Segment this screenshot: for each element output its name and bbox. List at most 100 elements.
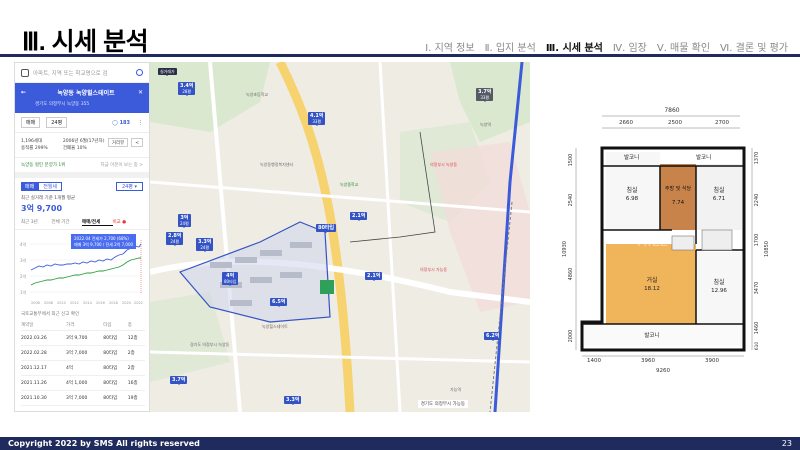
nav-item-listing[interactable]: Ⅴ. 매물 확인 — [657, 39, 710, 54]
map-marker[interactable]: 3.3억 24평 — [196, 238, 214, 252]
cell-price: 3억 9,700 — [66, 330, 104, 346]
nav-item-conclusion[interactable]: Ⅵ. 결론 및 평가 — [720, 39, 788, 54]
cell-type: 80타입 — [103, 330, 128, 346]
chat-count-value: 183 — [119, 119, 130, 126]
listing-panel: 아파트, 지역 또는 학교명으로 검 ← 녹양동 녹양힐스테이트 ✕ 경기도 의… — [14, 62, 150, 412]
cell-type: 80타입 — [103, 390, 128, 406]
room-bed-1-area: 6.98 — [626, 196, 639, 202]
dim-bottom-total: 9260 — [656, 368, 670, 374]
marker-size: 24평 — [180, 221, 189, 226]
map-marker[interactable]: 3.4억 28평 — [178, 82, 196, 96]
cell-price: 4억 1,000 — [66, 375, 104, 391]
map-marker[interactable]: 2.1억 — [365, 272, 383, 281]
nav-item-location[interactable]: Ⅱ. 입지 분석 — [485, 39, 536, 54]
dim-top-3: 2700 — [715, 120, 729, 126]
map-marker[interactable]: 4.1억 33평 — [308, 112, 326, 126]
price-chart: 4억 3억 2억 1억 2006 2008 2010 2012 2014 201… — [19, 230, 145, 308]
map-label: 녹양중학교 — [340, 182, 359, 187]
dim-right-6: 610 — [754, 342, 760, 351]
dim-bottom-1: 1400 — [587, 358, 601, 364]
dim-top-1: 2660 — [619, 120, 633, 126]
map-marker[interactable]: 실거래가 — [158, 68, 177, 76]
dim-left-2: 2540 — [568, 194, 574, 207]
map-marker[interactable]: 4억 80타입 — [222, 272, 239, 286]
map-label: 가능역 — [450, 387, 462, 392]
search-bar[interactable]: 아파트, 지역 또는 학교명으로 검 — [15, 63, 149, 83]
table-row[interactable]: 2021.12.17 4억 80타입 2층 — [21, 360, 145, 376]
tab-rent[interactable]: 전월세 — [38, 182, 63, 191]
chart-tooltip: 2022.04 전세가 2,700 (68%) 매매 3억 9,700 / 전세… — [71, 234, 137, 249]
page-title: Ⅲ. 시세 분석 — [22, 28, 149, 56]
copyright: Copyright 2022 by SMS All rights reserve… — [8, 439, 200, 448]
map-marker[interactable]: 3.7억 33평 — [476, 88, 494, 102]
map-label: 녹양역 — [480, 122, 492, 127]
map-marker[interactable]: 2.8억 24평 — [166, 232, 184, 246]
map-view[interactable]: 실거래가 3.4억 28평 3.7억 33평 4.1억 33평 2.8억 24평 3억 2… — [150, 62, 530, 412]
cell-floor: 2층 — [127, 360, 145, 376]
nav-item-price[interactable]: Ⅲ. 시세 분석 — [546, 39, 603, 54]
map-base — [150, 62, 530, 412]
marker-price: 3.3억 — [286, 397, 300, 403]
nav-item-visit[interactable]: Ⅳ. 임장 — [613, 39, 647, 54]
complex-name: 녹양동 녹양힐스테이트 — [57, 90, 115, 97]
x-tick-2016: 2016 — [96, 301, 105, 305]
table-row[interactable]: 2021.11.26 4억 1,000 80타입 16층 — [21, 375, 145, 391]
map-marker[interactable]: 6.5억 — [270, 298, 288, 307]
rent-price-line — [30, 257, 141, 286]
chart-size-select[interactable]: 24평 ▾ — [115, 182, 143, 191]
tab-period-deal-rent[interactable]: 매매/전세 — [82, 219, 113, 226]
cell-price: 3억 7,000 — [66, 345, 104, 361]
cell-floor: 12층 — [127, 330, 145, 346]
nav-item-region[interactable]: Ⅰ. 지역 정보 — [425, 39, 474, 54]
dim-left-3: 4860 — [568, 268, 574, 281]
marker-price: 6.5억 — [272, 299, 286, 305]
room-balcony-1: 발코니 — [624, 153, 639, 161]
chat-count[interactable]: ◯ 183 — [112, 120, 130, 126]
room-bed-2: 침실 — [713, 186, 724, 194]
dim-right-total: 10850 — [764, 241, 770, 257]
room-living: 거실 — [646, 276, 657, 284]
dim-right-2: 2240 — [754, 194, 760, 207]
distance-view-button[interactable]: 거리뷰 — [107, 138, 129, 147]
dim-left-4: 2000 — [568, 330, 574, 343]
deal-type-select[interactable]: 매매 — [21, 117, 41, 128]
deal-tabs: 매매 전월세 24평 ▾ — [15, 178, 149, 195]
map-marker[interactable]: 80타입 — [316, 224, 337, 233]
map-marker[interactable]: 3.3억 — [284, 396, 302, 405]
table-row[interactable]: 2021.10.30 3억 7,000 80타입 19층 — [21, 390, 145, 406]
table-note: 국토교통부에서 최근 신고 확인 — [21, 312, 80, 317]
marker-size: 28평 — [182, 89, 192, 94]
map-marker[interactable]: 3억 24평 — [178, 214, 191, 228]
map-marker[interactable]: 3.7억 — [170, 376, 188, 385]
search-icon[interactable] — [136, 69, 143, 76]
tab-period-all[interactable]: 전체 기간 — [52, 219, 83, 226]
dim-total-width: 7860 — [664, 107, 679, 114]
table-row[interactable]: 2022.03.26 3억 9,700 80타입 12층 — [21, 330, 145, 346]
dim-left-1: 1500 — [568, 154, 574, 167]
map-marker[interactable]: 6.2억 — [484, 332, 502, 341]
tab-deal[interactable]: 매매 — [21, 182, 39, 191]
close-icon[interactable]: ✕ — [138, 89, 143, 96]
size-select[interactable]: 24평 — [46, 117, 68, 128]
tab-period-3y[interactable]: 최근 3년 — [21, 219, 52, 226]
dim-right-1: 1370 — [754, 152, 760, 165]
table-row[interactable]: 2022.02.28 3억 7,000 80타입 2층 — [21, 345, 145, 361]
x-tick-2010: 2010 — [57, 301, 66, 305]
col-floor: 층 — [127, 320, 145, 331]
cell-date: 2022.03.26 — [21, 330, 66, 346]
map-marker[interactable]: 2.1억 — [350, 212, 368, 221]
tab-period-compare[interactable]: 비교 ● — [113, 219, 144, 226]
more-icon[interactable]: ⋮ — [138, 120, 143, 126]
filter-row: 매매 24평 ◯ 183 ⋮ — [15, 113, 149, 133]
marker-price: 6.2억 — [486, 333, 500, 339]
dim-left-total: 10930 — [562, 241, 568, 257]
ranking-link[interactable]: 녹양동 힐틴 분양가 1위 지금 이분이 보는 중 > — [15, 158, 149, 178]
map-label: 녹양초등학교 — [246, 92, 269, 97]
plan-watermark: HILL — [637, 234, 667, 250]
home-icon — [21, 68, 29, 77]
share-icon[interactable]: ≺ — [131, 138, 144, 147]
back-arrow-icon[interactable]: ← — [21, 89, 26, 96]
search-input[interactable]: 아파트, 지역 또는 학교명으로 검 — [33, 69, 108, 77]
title-divider — [0, 54, 800, 57]
y-tick-2: 2억 — [20, 273, 27, 279]
